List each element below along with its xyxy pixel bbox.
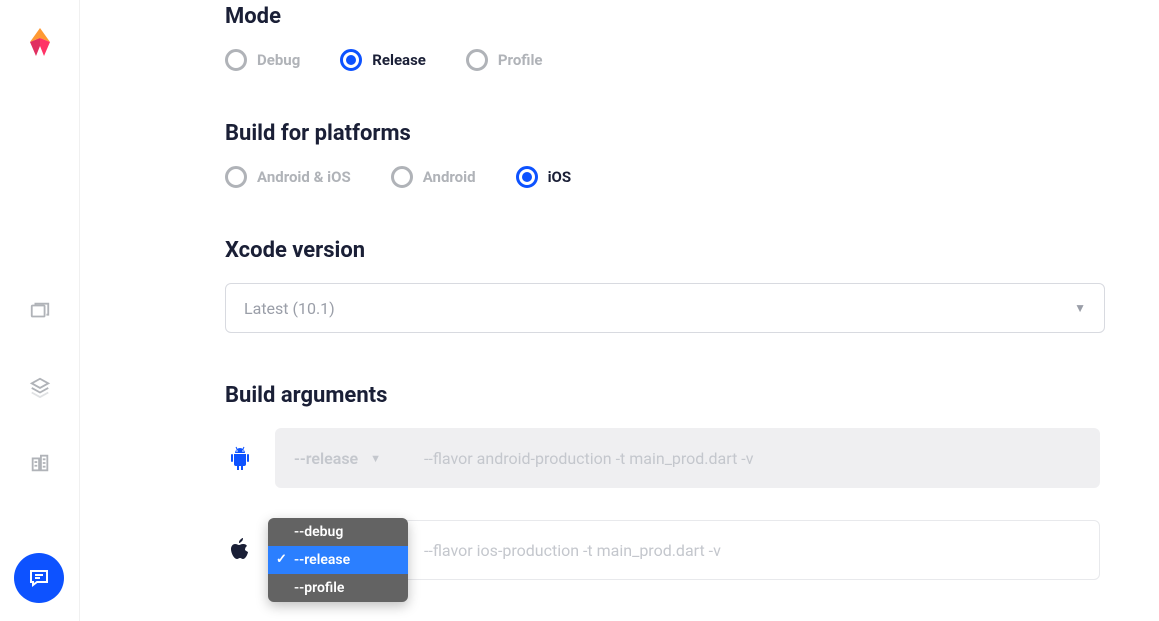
android-mode-select[interactable]: --release ▼ — [294, 449, 424, 468]
radio-label: Release — [372, 51, 426, 69]
layers-icon[interactable] — [29, 376, 51, 402]
platform-both[interactable]: Android & iOS — [225, 166, 351, 188]
radio-icon — [466, 49, 488, 71]
mode-title: Mode — [225, 4, 1159, 29]
radio-label: iOS — [548, 168, 572, 186]
xcode-title: Xcode version — [225, 238, 1159, 263]
ios-args-value: --flavor ios-production -t main_prod.dar… — [424, 541, 721, 560]
chevron-down-icon: ▼ — [370, 452, 381, 465]
mode-profile[interactable]: Profile — [466, 49, 543, 71]
build-args-title: Build arguments — [225, 383, 1159, 408]
dropdown-label: --debug — [294, 524, 343, 540]
radio-label: Android & iOS — [257, 168, 351, 186]
mode-debug[interactable]: Debug — [225, 49, 300, 71]
radio-icon — [340, 49, 362, 71]
mode-radio-group: Debug Release Profile — [225, 49, 1159, 71]
xcode-version-select[interactable]: Latest (10.1) ▼ — [225, 283, 1105, 333]
android-icon — [225, 445, 255, 471]
dropdown-label: --release — [294, 552, 350, 568]
radio-label: Profile — [498, 51, 543, 69]
android-build-row: --release ▼ --flavor android-production … — [225, 428, 1159, 488]
xcode-value: Latest (10.1) — [244, 299, 335, 318]
dropdown-item-release[interactable]: ✓ --release — [268, 546, 408, 574]
android-args-box: --release ▼ --flavor android-production … — [275, 428, 1100, 488]
mode-dropdown: --debug ✓ --release --profile — [268, 518, 408, 602]
dropdown-label: --profile — [294, 580, 344, 596]
radio-icon — [391, 166, 413, 188]
chat-button[interactable] — [14, 553, 64, 603]
radio-icon — [225, 166, 247, 188]
sidebar-nav — [29, 300, 51, 478]
radio-label: Debug — [257, 51, 300, 69]
main-content: Mode Debug Release Profile Build for pla… — [80, 0, 1159, 612]
apple-icon — [225, 537, 255, 563]
dropdown-item-profile[interactable]: --profile — [268, 574, 408, 602]
mode-release[interactable]: Release — [340, 49, 426, 71]
check-icon: ✓ — [276, 552, 287, 567]
radio-icon — [516, 166, 538, 188]
platforms-radio-group: Android & iOS Android iOS — [225, 166, 1159, 188]
projects-icon[interactable] — [29, 300, 51, 326]
logo — [20, 24, 60, 68]
android-mode-value: --release — [294, 449, 358, 468]
dropdown-item-debug[interactable]: --debug — [268, 518, 408, 546]
builds-icon[interactable] — [29, 452, 51, 478]
radio-label: Android — [423, 168, 476, 186]
chevron-down-icon: ▼ — [1074, 301, 1086, 315]
radio-icon — [225, 49, 247, 71]
sidebar — [0, 0, 80, 621]
platform-ios[interactable]: iOS — [516, 166, 572, 188]
platforms-title: Build for platforms — [225, 121, 1159, 146]
platform-android[interactable]: Android — [391, 166, 476, 188]
android-args-value: --flavor android-production -t main_prod… — [424, 449, 753, 468]
